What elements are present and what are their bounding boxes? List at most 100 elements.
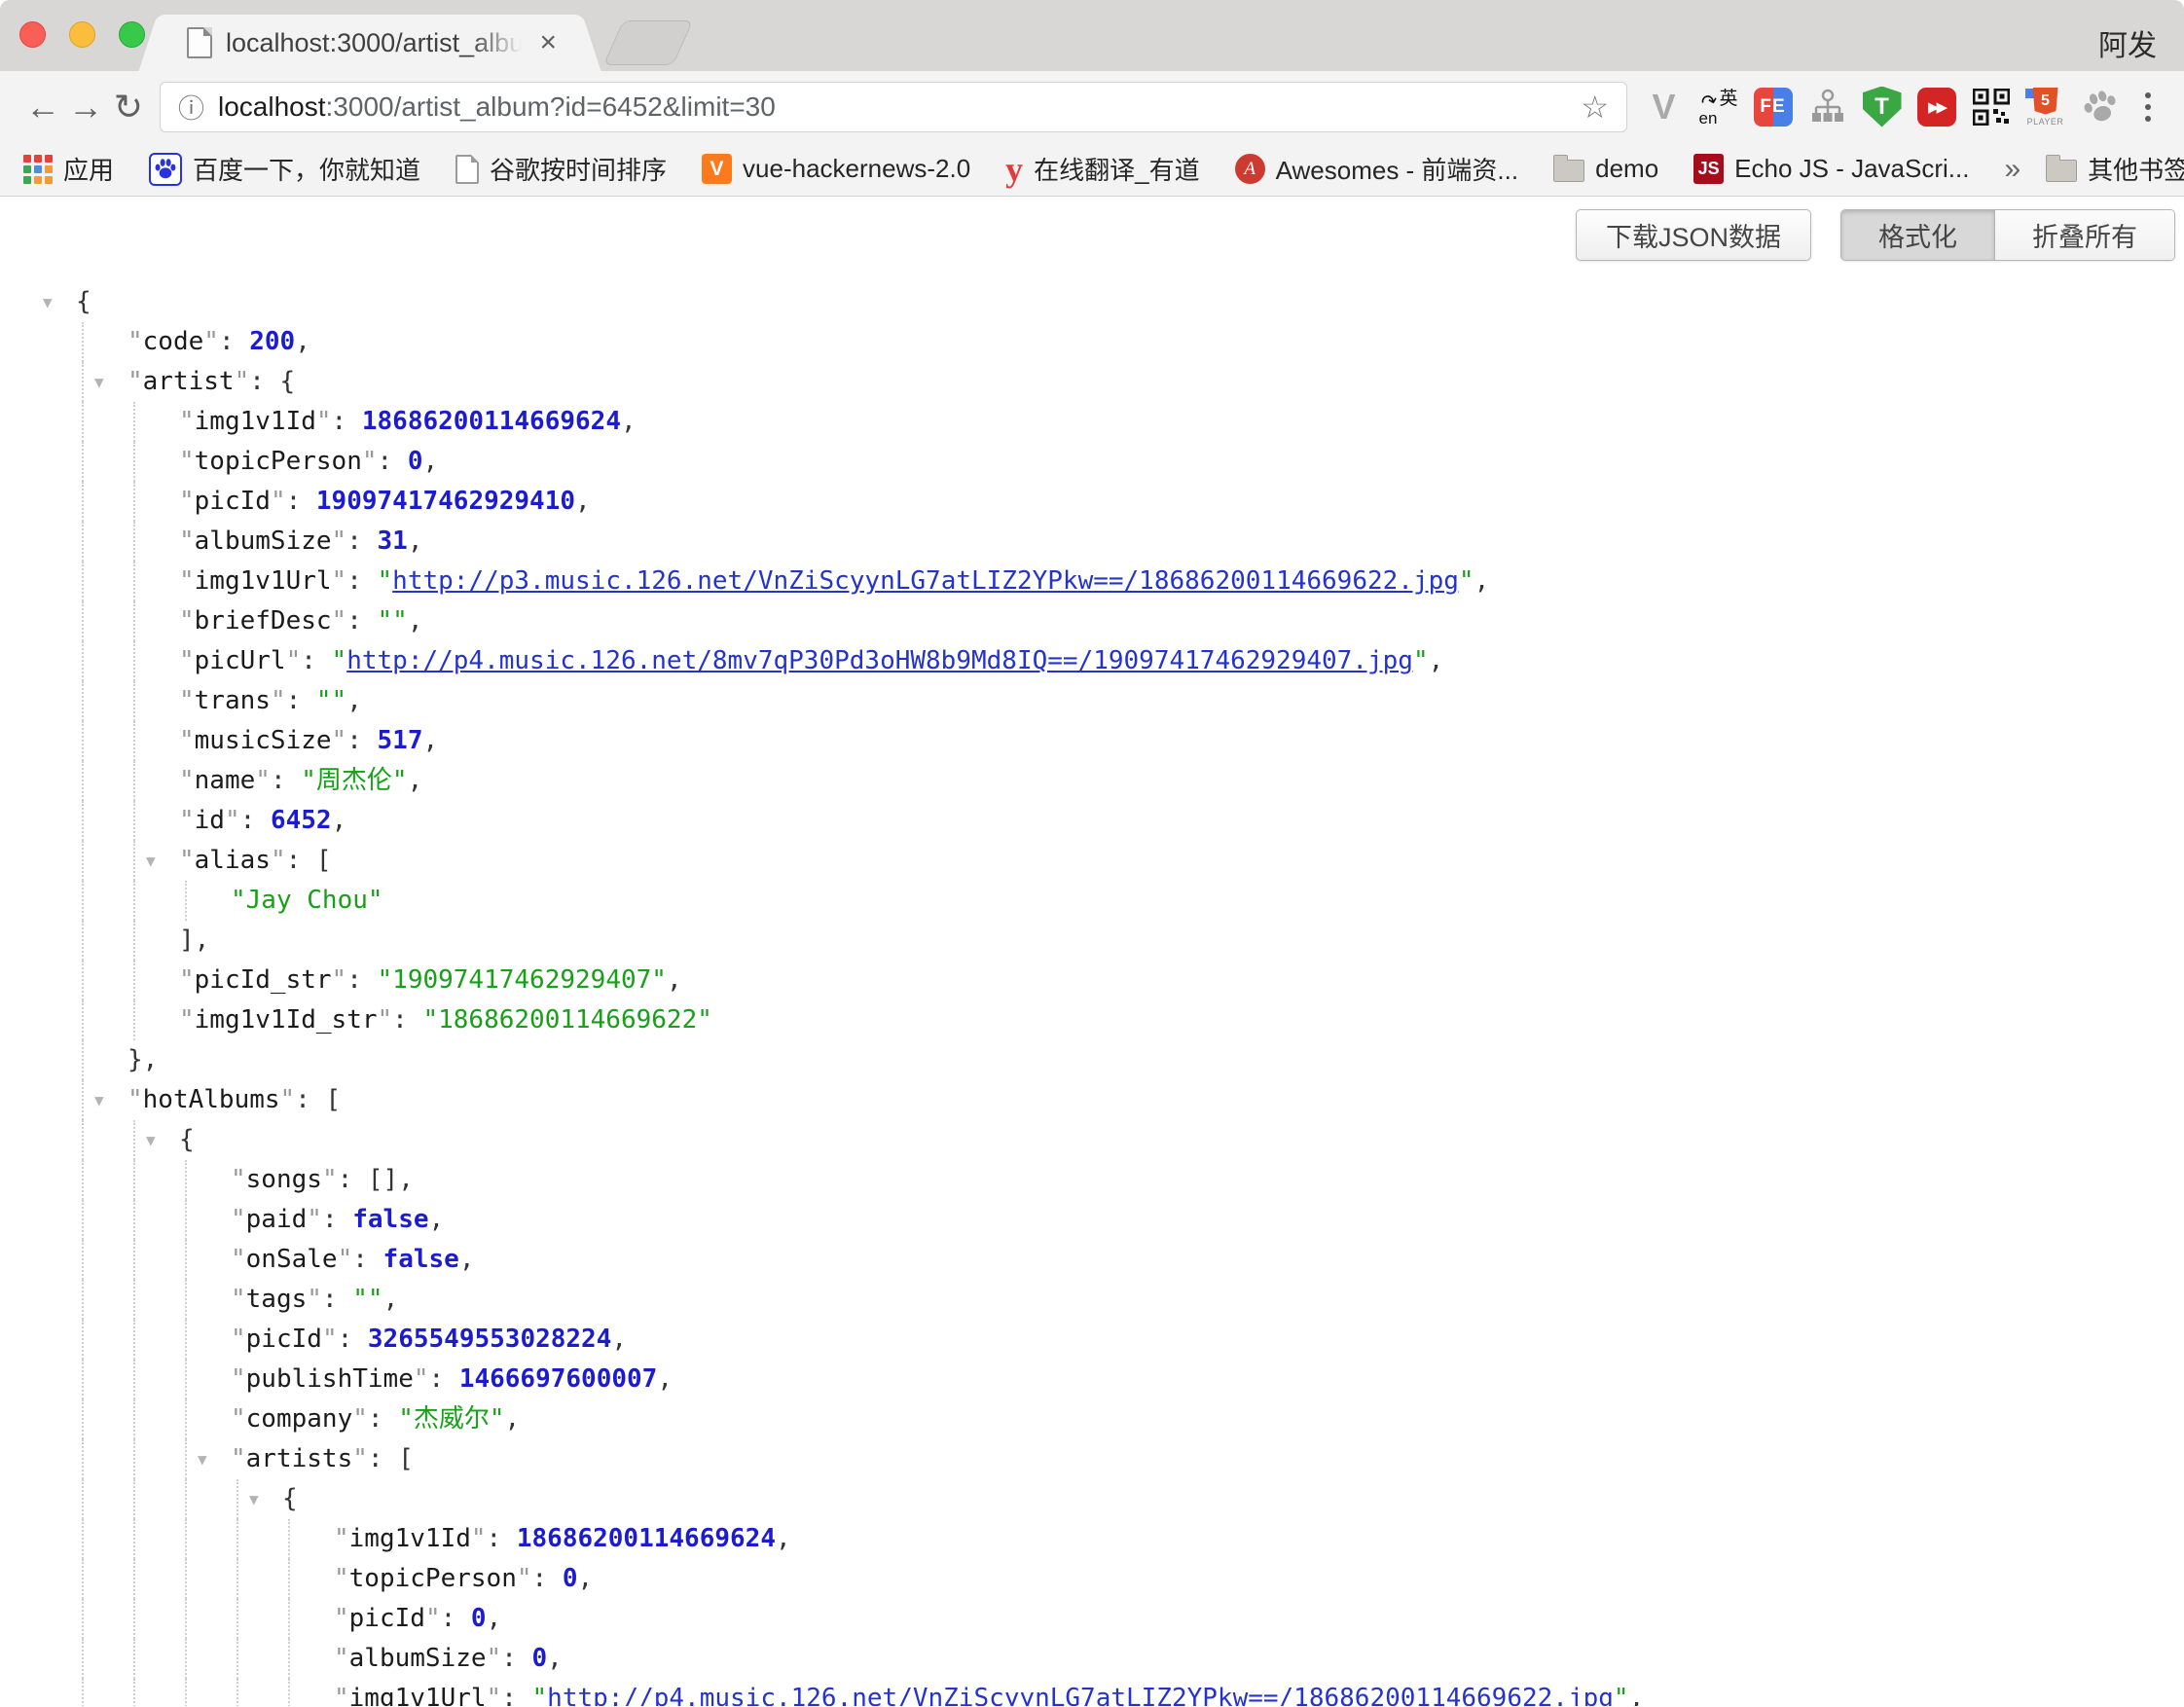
collapse-arrow-icon[interactable]: ▼ xyxy=(249,1479,259,1519)
tab-title: localhost:3000/artist_album?id xyxy=(226,28,531,58)
bookmark-folder-demo[interactable]: demo xyxy=(1553,154,1658,184)
bookmark-apps[interactable]: 应用 xyxy=(23,151,114,187)
collapse-arrow-icon[interactable]: ▼ xyxy=(94,1080,104,1120)
other-bookmarks-folder[interactable]: 其他书签 xyxy=(2046,151,2184,187)
indent-guide xyxy=(82,1360,84,1399)
back-icon[interactable]: ← xyxy=(21,90,64,125)
browser-tab[interactable]: localhost:3000/artist_album?id × xyxy=(165,15,574,71)
translate-extension-icon[interactable]: 英 en ↷ xyxy=(1697,85,1739,129)
json-line-text: "publishTime": 1466697600007, xyxy=(231,1360,673,1399)
site-info-icon[interactable]: ⓘ xyxy=(178,88,204,126)
tampermonkey-shield-icon[interactable]: T xyxy=(1861,85,1903,129)
bookmark-awesomes[interactable]: A Awesomes - 前端资... xyxy=(1235,151,1518,187)
collapse-arrow-icon[interactable]: ▼ xyxy=(198,1439,207,1479)
json-line-text: "id": 6452, xyxy=(179,801,346,841)
bookmark-baidu[interactable]: 百度一下，你就知道 xyxy=(149,151,420,187)
json-line-text: "picId": 0, xyxy=(334,1599,501,1639)
indent-guide xyxy=(288,1599,290,1639)
extension-icons: V 英 en ↷ FE T ▶▶ xyxy=(1643,85,2163,129)
json-line-text: }, xyxy=(127,1040,158,1080)
bookmark-google-sort[interactable]: 谷歌按时间排序 xyxy=(455,151,667,187)
json-line-text: "name": "周杰伦", xyxy=(179,761,422,801)
address-bar[interactable]: ⓘ localhost:3000/artist_album?id=6452&li… xyxy=(160,82,1627,132)
json-line: "img1v1Id": 18686200114669624, xyxy=(0,402,2184,442)
json-line-text: "img1v1Id": 18686200114669624, xyxy=(334,1519,791,1559)
indent-guide xyxy=(133,801,135,841)
reload-icon[interactable]: ↻ xyxy=(107,90,150,125)
indent-guide xyxy=(82,921,84,961)
chrome-menu-icon[interactable] xyxy=(2133,85,2163,129)
json-line-text: "img1v1Url": "http://p4.music.126.net/Vn… xyxy=(334,1679,1644,1706)
folder-icon xyxy=(1553,160,1584,182)
format-button[interactable]: 格式化 xyxy=(1841,210,1995,260)
bookmark-vue-hackernews[interactable]: V vue-hackernews-2.0 xyxy=(702,154,970,184)
indent-guide xyxy=(133,1479,135,1519)
indent-guide xyxy=(82,761,84,801)
indent-guide xyxy=(133,1679,135,1706)
page-favicon-icon xyxy=(187,27,212,58)
indent-guide xyxy=(237,1639,238,1679)
new-tab-button[interactable] xyxy=(603,20,693,65)
window-zoom-button[interactable] xyxy=(119,21,145,48)
json-line: "trans": "", xyxy=(0,681,2184,721)
json-tree: ▼{"code": 200,▼"artist": {"img1v1Id": 18… xyxy=(0,197,2184,1706)
indent-guide xyxy=(133,562,135,601)
json-url-link[interactable]: http://p4.music.126.net/VnZiScyynLG7atLI… xyxy=(547,1684,1614,1706)
window-minimize-button[interactable] xyxy=(69,21,95,48)
json-line: ▼"alias": [ xyxy=(0,841,2184,881)
indent-guide xyxy=(133,1000,135,1040)
collapse-arrow-icon[interactable]: ▼ xyxy=(94,362,104,402)
vue-devtools-icon[interactable]: V xyxy=(1643,85,1685,129)
json-line-text: "hotAlbums": [ xyxy=(127,1080,341,1120)
collapse-arrow-icon[interactable]: ▼ xyxy=(146,841,156,881)
bookmark-star-icon[interactable]: ☆ xyxy=(1581,89,1609,126)
baidu-paw-icon xyxy=(149,153,182,186)
collapse-arrow-icon[interactable]: ▼ xyxy=(43,282,53,322)
json-url-link[interactable]: http://p4.music.126.net/8mv7qP30Pd3oHW8b… xyxy=(346,646,1413,675)
profile-name[interactable]: 阿发 xyxy=(2098,21,2157,64)
indent-guide xyxy=(133,1280,135,1320)
indent-guide xyxy=(288,1519,290,1559)
indent-guide xyxy=(82,1280,84,1320)
json-line: }, xyxy=(0,1040,2184,1080)
json-line: ▼"artist": { xyxy=(0,362,2184,402)
json-line-text: "albumSize": 31, xyxy=(179,522,422,562)
url-text[interactable]: localhost:3000/artist_album?id=6452&limi… xyxy=(218,91,1571,123)
json-line-text: { xyxy=(179,1120,195,1160)
indent-guide xyxy=(82,1599,84,1639)
indent-guide xyxy=(185,1320,187,1360)
window-close-button[interactable] xyxy=(19,21,46,48)
paw-extension-icon[interactable] xyxy=(2079,85,2121,129)
fe-extension-icon[interactable]: FE xyxy=(1752,85,1794,129)
json-line-text: "trans": "", xyxy=(179,681,362,721)
forward-icon[interactable]: → xyxy=(64,90,107,125)
html5-player-extension-icon[interactable]: 5 PLAYER xyxy=(2024,85,2066,129)
json-line-text: "Jay Chou" xyxy=(231,881,383,921)
fast-forward-extension-icon[interactable]: ▶▶ xyxy=(1915,85,1957,129)
json-line: "topicPerson": 0, xyxy=(0,442,2184,482)
json-line-text: { xyxy=(282,1479,298,1519)
json-url-link[interactable]: http://p3.music.126.net/VnZiScyynLG7atLI… xyxy=(392,566,1459,596)
json-line: "tags": "", xyxy=(0,1280,2184,1320)
json-line: "songs": [], xyxy=(0,1160,2184,1200)
json-line: ], xyxy=(0,921,2184,961)
download-json-button[interactable]: 下载JSON数据 xyxy=(1576,209,1811,261)
json-line-text: "code": 200, xyxy=(127,322,310,362)
qr-code-extension-icon[interactable] xyxy=(1970,85,2012,129)
json-line: ▼{ xyxy=(0,1479,2184,1519)
indent-guide xyxy=(82,1000,84,1040)
json-line: "img1v1Url": "http://p4.music.126.net/Vn… xyxy=(0,1679,2184,1706)
bookmark-echojs[interactable]: JS Echo JS - JavaScri... xyxy=(1693,154,1969,184)
indent-guide xyxy=(133,841,135,881)
tab-close-icon[interactable]: × xyxy=(539,28,557,57)
bookmark-youdao-translate[interactable]: y 在线翻译_有道 xyxy=(1005,151,1199,187)
json-line-text: "picId_str": "19097417462929407", xyxy=(179,961,682,1000)
page-icon xyxy=(455,155,479,184)
collapse-all-button[interactable]: 折叠所有 xyxy=(1995,210,2174,260)
indent-guide xyxy=(133,1399,135,1439)
sitemap-extension-icon[interactable] xyxy=(1806,85,1848,129)
indent-guide xyxy=(82,681,84,721)
indent-guide xyxy=(185,1519,187,1559)
collapse-arrow-icon[interactable]: ▼ xyxy=(146,1120,156,1160)
bookmarks-overflow-icon[interactable]: » xyxy=(2004,153,2020,186)
